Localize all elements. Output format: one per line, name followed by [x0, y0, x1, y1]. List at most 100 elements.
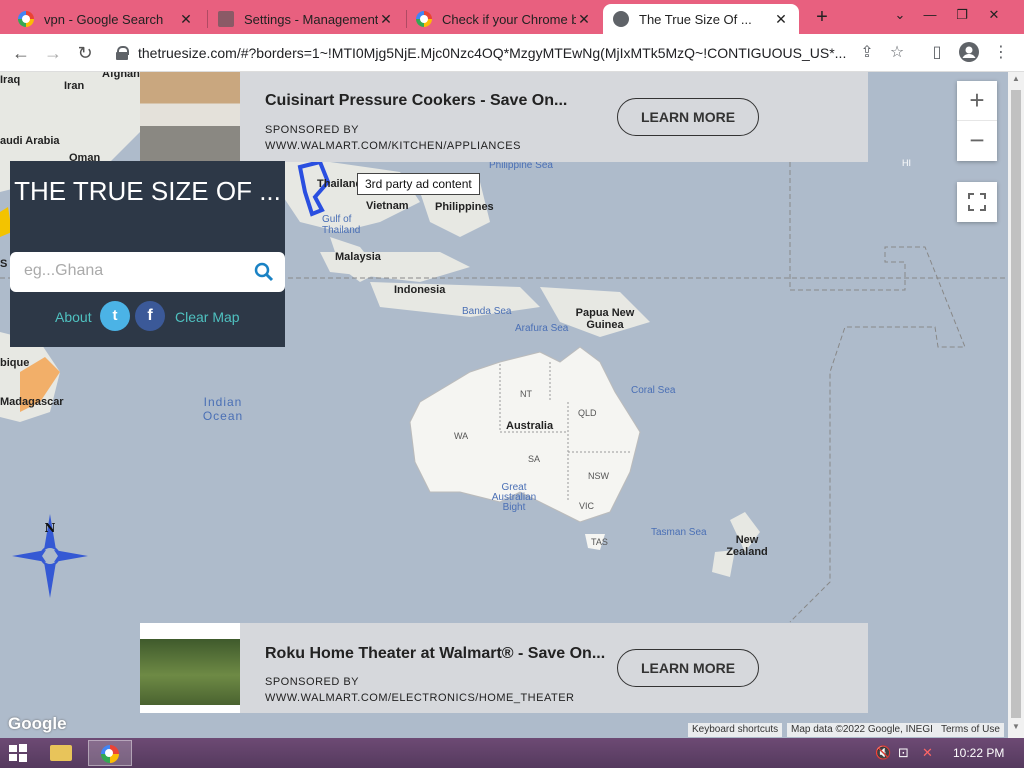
lock-icon[interactable]	[116, 46, 129, 60]
close-window-button[interactable]: ✕	[978, 0, 1010, 32]
ad-image[interactable]	[140, 639, 240, 705]
terms-of-use-link[interactable]: Terms of Use	[937, 723, 1004, 737]
taskbar-clock[interactable]: 10:22 PM	[953, 746, 1004, 760]
search-placeholder: eg...Ghana	[24, 262, 104, 279]
ad-banner-top[interactable]: Cuisinart Pressure Cookers - Save On... …	[140, 72, 868, 162]
globe-icon	[613, 11, 629, 27]
map-label: WA	[454, 431, 469, 441]
close-tab-icon[interactable]: ✕	[773, 11, 789, 28]
menu-icon[interactable]: ⋮	[990, 42, 1012, 64]
facebook-icon[interactable]: f	[135, 301, 165, 331]
google-icon	[416, 11, 432, 27]
ad-domain[interactable]: WWW.WALMART.COM/ELECTRONICS/HOME_THEATER	[265, 692, 574, 704]
map-label: New Zealand	[726, 534, 768, 558]
keyboard-shortcuts-link[interactable]: Keyboard shortcuts	[688, 723, 783, 737]
forward-button[interactable]: →	[40, 40, 66, 66]
twitter-icon[interactable]: t	[100, 301, 130, 331]
compass-rose-icon: N	[12, 514, 88, 598]
map-label: Madagascar	[0, 396, 64, 408]
map-label: Banda Sea	[462, 306, 512, 317]
zoom-out-button[interactable]: −	[957, 121, 997, 161]
google-logo[interactable]: Google	[8, 714, 67, 734]
address-bar[interactable]: thetruesize.com/#?borders=1~!MTI0Mjg5NjE…	[108, 38, 848, 68]
settings-page-icon	[218, 11, 234, 27]
tab-settings-management[interactable]: Settings - Management ✕	[208, 4, 404, 34]
map-label: SA	[528, 454, 541, 464]
fullscreen-button[interactable]	[957, 182, 997, 222]
tab-check-chrome[interactable]: Check if your Chrome br ✕	[406, 4, 602, 34]
map-label: Indian Ocean	[202, 395, 244, 423]
compass-north-letter: N	[45, 521, 56, 535]
scrollbar-thumb[interactable]	[1011, 90, 1021, 718]
minimize-button[interactable]: —	[914, 0, 946, 32]
chrome-icon	[101, 745, 119, 763]
country-search-input[interactable]: eg...Ghana	[10, 252, 285, 292]
search-icon[interactable]	[254, 262, 274, 282]
ad-image[interactable]	[140, 72, 240, 162]
true-size-panel: THE TRUE SIZE OF ... eg...Ghana About t …	[10, 161, 285, 347]
map-data-attribution: Map data ©2022 Google, INEGI	[787, 723, 937, 737]
ad-headline[interactable]: Cuisinart Pressure Cookers - Save On...	[265, 92, 567, 110]
scroll-up-icon[interactable]: ▲	[1008, 74, 1024, 88]
panel-title: THE TRUE SIZE OF ...	[14, 176, 281, 206]
network-icon[interactable]: ⊡	[898, 740, 914, 766]
ad-banner-bottom[interactable]: Roku Home Theater at Walmart® - Save On.…	[140, 623, 868, 713]
close-tab-icon[interactable]: ✕	[178, 11, 194, 28]
map-label: Papua New Guinea	[575, 307, 635, 331]
learn-more-button[interactable]: LEARN MORE	[617, 649, 759, 687]
url-text: thetruesize.com/#?borders=1~!MTI0Mjg5NjE…	[138, 45, 847, 61]
map-label: HI	[902, 158, 911, 168]
map-label: NT	[520, 389, 532, 399]
start-button[interactable]	[8, 740, 30, 766]
tab-title: vpn - Google Search	[44, 11, 164, 27]
volume-muted-icon[interactable]: 🔇	[875, 740, 891, 766]
map-label: Gulf of Thailand	[322, 214, 361, 236]
map-label: Thailand	[317, 178, 363, 190]
map-label: Australia	[506, 420, 554, 432]
learn-more-button[interactable]: LEARN MORE	[617, 98, 759, 136]
ad-headline[interactable]: Roku Home Theater at Walmart® - Save On.…	[265, 645, 605, 663]
scroll-down-icon[interactable]: ▼	[1008, 722, 1024, 736]
windows-taskbar: 🔇 ⊡ ✕ 10:22 PM	[0, 738, 1024, 768]
close-tab-icon[interactable]: ✕	[576, 11, 592, 28]
map-label: VIC	[579, 501, 595, 511]
tab-title: Check if your Chrome br	[442, 11, 576, 27]
map-label: Afghan	[102, 72, 140, 80]
new-tab-button[interactable]: +	[810, 6, 834, 30]
star-icon[interactable]: ☆	[886, 42, 908, 64]
zoom-in-button[interactable]: +	[957, 81, 997, 121]
page-scrollbar[interactable]: ▲ ▼	[1008, 72, 1024, 738]
chrome-taskbar-button[interactable]	[88, 740, 132, 766]
tab-true-size[interactable]: The True Size Of ... ✕	[603, 4, 799, 34]
back-button[interactable]: ←	[8, 40, 34, 66]
ad-image-frame	[140, 623, 240, 713]
map-label: Malaysia	[335, 251, 381, 263]
map-label: Iraq	[0, 74, 21, 86]
close-tab-icon[interactable]: ✕	[378, 11, 394, 28]
ad-domain[interactable]: WWW.WALMART.COM/KITCHEN/APPLIANCES	[265, 140, 521, 152]
action-center-icon[interactable]: ✕	[922, 740, 938, 766]
tab-vpn-search[interactable]: vpn - Google Search ✕	[8, 4, 204, 34]
about-link[interactable]: About	[55, 309, 92, 325]
profile-icon[interactable]	[958, 42, 980, 64]
map-label: Tasman Sea	[651, 527, 707, 538]
map-label: QLD	[578, 408, 597, 418]
map-label: Iran	[64, 80, 85, 92]
tab-title: Settings - Management	[244, 11, 378, 27]
file-explorer-taskbar-icon[interactable]	[50, 740, 76, 766]
map-label: Indonesia	[394, 284, 446, 296]
clear-map-link[interactable]: Clear Map	[175, 309, 240, 325]
map-label: Arafura Sea	[515, 323, 569, 334]
fullscreen-icon	[968, 193, 986, 211]
map-label: audi Arabia	[0, 135, 60, 147]
restore-button[interactable]: ❐	[946, 0, 978, 32]
zoom-control: + −	[957, 81, 997, 161]
tab-search-button[interactable]: ⌄	[884, 0, 916, 32]
share-icon[interactable]: ⇪	[856, 42, 878, 64]
map-label: Vietnam	[366, 200, 409, 212]
map-label: NSW	[588, 471, 609, 481]
reload-button[interactable]: ↻	[72, 40, 98, 66]
map-label: TAS	[591, 537, 608, 547]
sidebar-icon[interactable]: ▯	[926, 42, 948, 64]
ad-sponsored-label: SPONSORED BY	[265, 676, 360, 688]
